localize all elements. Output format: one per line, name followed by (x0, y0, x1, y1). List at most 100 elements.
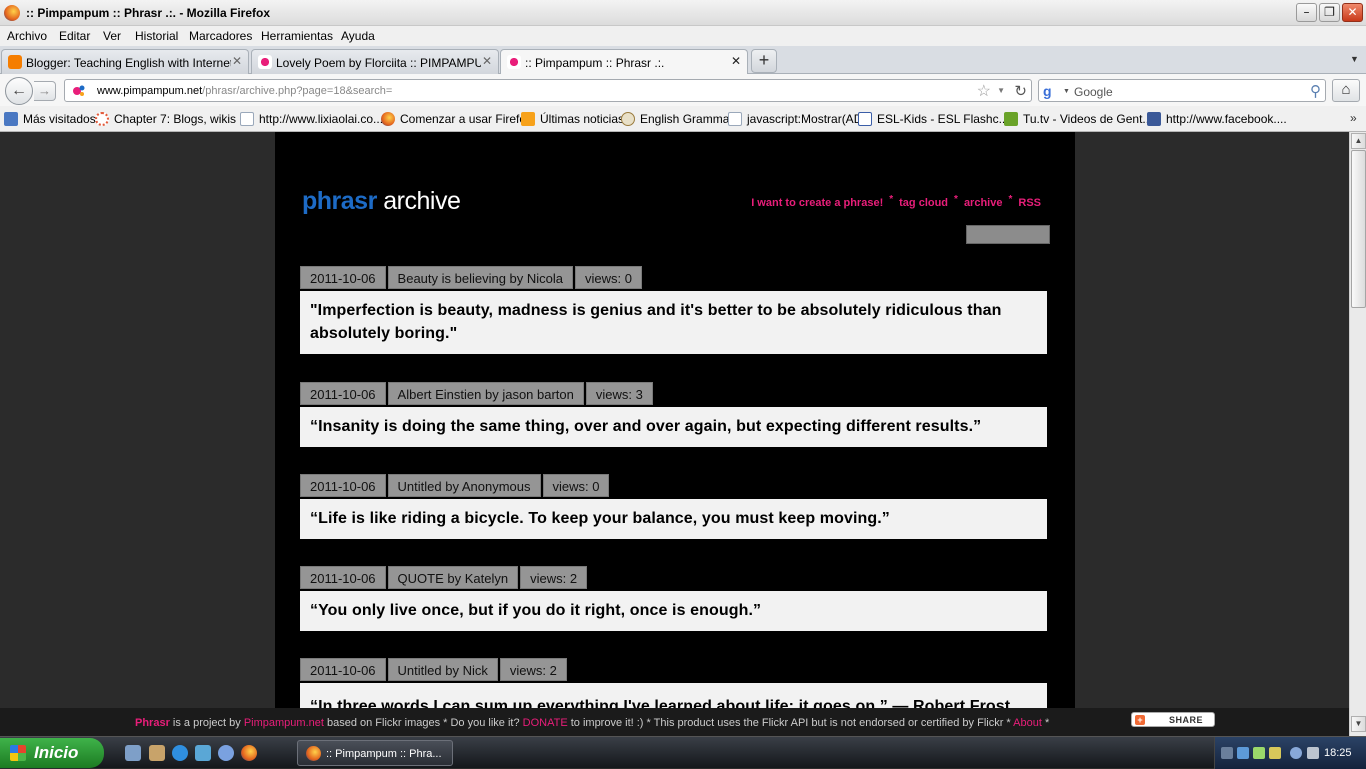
nav-separator: * (954, 194, 958, 205)
archive-search-input[interactable] (966, 225, 1050, 244)
scroll-up-icon[interactable]: ▲ (1351, 133, 1366, 149)
menu-marcadores[interactable]: Marcadores (189, 29, 252, 43)
site-nav: I want to create a phrase! * tag cloud * arc… (751, 194, 1041, 209)
entry-quote[interactable]: "Imperfection is beauty, madness is geni… (300, 291, 1047, 354)
donate-link[interactable]: DONATE (523, 717, 568, 729)
bookmark-item[interactable]: Últimas noticias (521, 112, 624, 128)
bookmark-item[interactable]: javascript:Mostrar(AD); (728, 112, 870, 128)
network-icon[interactable] (1237, 747, 1249, 759)
quicklaunch-app-icon[interactable] (195, 745, 211, 761)
menu-editar[interactable]: Editar (59, 29, 90, 43)
url-bar[interactable]: www.pimpampum.net/phrasr/archive.php?pag… (64, 79, 1032, 102)
tab-lovely-poem[interactable]: Lovely Poem by Florciita :: PIMPAMPUM ::… (251, 49, 499, 74)
entry-views: views: 0 (575, 266, 642, 289)
bookmark-star-icon[interactable]: ☆ (977, 81, 991, 101)
search-placeholder: Google (1074, 85, 1113, 99)
clock[interactable]: 18:25 (1324, 747, 1352, 759)
back-button[interactable]: ← (5, 77, 33, 105)
entry-title-link[interactable]: Untitled by Anonymous (387, 474, 541, 497)
bookmark-item[interactable]: http://www.facebook.... (1147, 112, 1287, 128)
entry-title-link[interactable]: Untitled by Nick (387, 658, 498, 681)
entry-date: 2011-10-06 (300, 382, 386, 405)
nav-create-phrase-link[interactable]: I want to create a phrase! (751, 197, 883, 209)
firefox-icon[interactable] (241, 745, 257, 761)
entry-quote[interactable]: “In three words I can sum up everything … (300, 683, 1047, 708)
menu-ayuda[interactable]: Ayuda (341, 29, 375, 43)
show-desktop-icon[interactable] (125, 745, 141, 761)
plus-icon: + (1135, 715, 1145, 725)
new-tab-button[interactable]: + (751, 49, 777, 73)
internet-explorer-icon[interactable] (172, 745, 188, 761)
nav-tag-cloud-link[interactable]: tag cloud (899, 197, 948, 209)
bookmark-item[interactable]: English Grammar (621, 112, 733, 128)
bookmark-item[interactable]: Tu.tv - Videos de Gent... (1004, 112, 1152, 128)
media-player-icon[interactable] (218, 745, 234, 761)
wifi-icon[interactable] (1290, 747, 1302, 759)
entry-quote[interactable]: “You only live once, but if you do it ri… (300, 591, 1047, 631)
site-identity-icon[interactable] (72, 84, 86, 98)
google-icon[interactable]: g (1043, 83, 1052, 99)
bookmark-item[interactable]: Comenzar a usar Firefox (381, 112, 532, 128)
tab-label: Lovely Poem by Florciita :: PIMPAMPUM ::… (276, 56, 481, 70)
entry-views: views: 2 (499, 658, 567, 681)
start-button[interactable]: Inicio (0, 738, 104, 768)
esl-kids-icon (858, 112, 872, 126)
bookmark-item[interactable]: Más visitados (4, 112, 96, 128)
page-viewport: phrasr archive I want to create a phrase… (0, 132, 1349, 708)
entry-date: 2011-10-06 (300, 658, 386, 681)
close-tab-icon[interactable]: ✕ (482, 54, 492, 68)
taskbar-firefox-window[interactable]: :: Pimpampum :: Phra... (297, 740, 453, 766)
footer-text-part: is a project by (169, 717, 244, 729)
vertical-scrollbar[interactable]: ▲ ▼ (1349, 132, 1366, 736)
search-input[interactable]: g ▼ Google ⚲ (1038, 79, 1326, 102)
page-icon (240, 112, 254, 126)
pimpampum-link[interactable]: Pimpampum.net (244, 717, 324, 729)
entry-title-link[interactable]: QUOTE by Katelyn (387, 566, 519, 589)
bookmarks-overflow-icon[interactable]: » (1350, 111, 1357, 125)
menu-herramientas[interactable]: Herramientas (261, 29, 333, 43)
security-icon[interactable] (1253, 747, 1265, 759)
entry-title-link[interactable]: Beauty is believing by Nicola (387, 266, 574, 289)
bookmark-item[interactable]: Chapter 7: Blogs, wikis ... (95, 112, 249, 128)
entry-date: 2011-10-06 (300, 474, 386, 497)
tab-phrasr[interactable]: :: Pimpampum :: Phrasr .:. ✕ (500, 49, 748, 75)
url-dropdown-icon[interactable]: ▼ (997, 86, 1005, 95)
reload-icon[interactable]: ↻ (1014, 82, 1027, 100)
volume-icon[interactable] (1307, 747, 1319, 759)
tab-list-arrow-icon[interactable]: ▼ (1350, 54, 1359, 64)
home-button[interactable]: ⌂ (1332, 79, 1360, 102)
bookmark-item[interactable]: http://www.lixiaolai.co... (240, 112, 383, 128)
share-label: SHARE (1169, 715, 1204, 725)
bookmark-item[interactable]: ESL-Kids - ESL Flashc... (858, 112, 1009, 128)
forward-button[interactable]: → (34, 81, 56, 101)
tab-blogger[interactable]: Blogger: Teaching English with Internet … (1, 49, 249, 74)
tray-arrow-icon[interactable] (1221, 747, 1233, 759)
entry-quote[interactable]: “Insanity is doing the same thing, over … (300, 407, 1047, 447)
menu-ver[interactable]: Ver (103, 29, 121, 43)
scrollbar-thumb[interactable] (1351, 150, 1366, 308)
share-button[interactable]: + SHARE (1131, 712, 1215, 727)
menu-archivo[interactable]: Archivo (7, 29, 47, 43)
close-tab-icon[interactable]: ✕ (731, 54, 741, 68)
search-engine-dropdown-icon[interactable]: ▼ (1063, 88, 1070, 95)
search-icon[interactable]: ⚲ (1310, 82, 1321, 100)
entry-date: 2011-10-06 (300, 266, 386, 289)
about-link[interactable]: About (1013, 717, 1042, 729)
quicklaunch-app-icon[interactable] (149, 745, 165, 761)
nav-rss-link[interactable]: RSS (1018, 197, 1041, 209)
entry-quote[interactable]: “Life is like riding a bicycle. To keep … (300, 499, 1047, 539)
entry-meta: 2011-10-06 Beauty is believing by Nicola v… (300, 266, 644, 290)
close-window-button[interactable]: ✕ (1342, 3, 1363, 22)
url-text[interactable]: www.pimpampum.net/phrasr/archive.php?pag… (97, 85, 392, 97)
menu-historial[interactable]: Historial (135, 29, 178, 43)
entry-title-link[interactable]: Albert Einstien by jason barton (387, 382, 584, 405)
power-icon[interactable] (1269, 747, 1281, 759)
bookmark-label: http://www.lixiaolai.co... (259, 112, 384, 126)
scroll-down-icon[interactable]: ▼ (1351, 716, 1366, 732)
close-tab-icon[interactable]: ✕ (232, 54, 242, 68)
restore-button[interactable]: ❐ (1319, 3, 1340, 22)
phrasr-logo[interactable]: phrasr archive (302, 187, 461, 216)
minimize-button[interactable]: – (1296, 3, 1317, 22)
entry-meta: 2011-10-06 QUOTE by Katelyn views: 2 (300, 566, 589, 590)
nav-archive-link[interactable]: archive (964, 197, 1003, 209)
